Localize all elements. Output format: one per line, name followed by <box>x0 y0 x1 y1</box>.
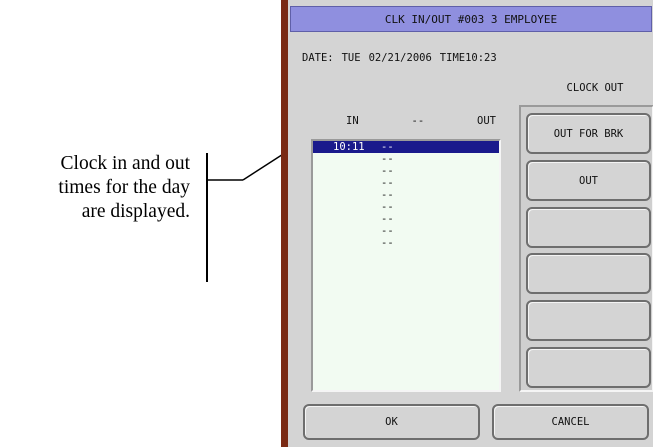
list-item[interactable]: -- <box>313 153 499 165</box>
in-time <box>313 225 381 237</box>
date-label: DATE: <box>302 52 334 64</box>
list-item[interactable]: 10:11 -- <box>313 141 499 153</box>
separator: -- <box>381 189 394 201</box>
ok-button[interactable]: OK <box>303 404 480 440</box>
date-value: 02/21/2006 <box>368 52 432 64</box>
dialog-title-bar: CLK IN/OUT #003 3 EMPLOYEE <box>290 6 652 32</box>
clock-out-label: CLOCK OUT <box>566 82 624 94</box>
in-time <box>313 165 381 177</box>
blank-button-2[interactable] <box>526 253 651 294</box>
list-item[interactable]: -- <box>313 189 499 201</box>
separator: -- <box>381 153 394 165</box>
in-time <box>313 153 381 165</box>
in-time <box>313 177 381 189</box>
column-headers: IN -- OUT <box>346 115 496 127</box>
blank-button-1[interactable] <box>526 207 651 248</box>
column-header-in: IN <box>346 115 359 127</box>
cancel-button[interactable]: CANCEL <box>492 404 649 440</box>
time-value: 10:23 <box>465 52 497 64</box>
date-time-line: DATE: TUE 02/21/2006 TIME 10:23 <box>302 52 497 64</box>
time-label: TIME <box>439 52 466 64</box>
clock-out-button-panel: OUT FOR BRK OUT <box>519 105 653 392</box>
punch-times-list[interactable]: 10:11 -- -- -- -- -- -- -- -- -- <box>311 139 501 392</box>
separator: -- <box>381 177 394 189</box>
list-item[interactable]: -- <box>313 177 499 189</box>
dialog-title: CLK IN/OUT #003 3 EMPLOYEE <box>384 12 558 26</box>
separator: -- <box>381 201 394 213</box>
list-item[interactable]: -- <box>313 213 499 225</box>
separator: -- <box>381 165 394 177</box>
in-time: 10:11 <box>333 141 365 153</box>
separator: -- <box>381 237 394 249</box>
separator: -- <box>381 213 394 225</box>
separator: -- <box>381 225 394 237</box>
in-time <box>313 189 381 201</box>
in-time <box>313 237 381 249</box>
in-time <box>313 213 381 225</box>
day-value: TUE <box>341 52 361 64</box>
blank-button-3[interactable] <box>526 300 651 341</box>
in-time <box>313 201 381 213</box>
list-item[interactable]: -- <box>313 201 499 213</box>
column-header-out: OUT <box>477 115 496 127</box>
separator: -- <box>381 141 394 153</box>
list-item[interactable]: -- <box>313 165 499 177</box>
column-header-separator: -- <box>411 115 425 127</box>
clock-in-out-dialog: CLK IN/OUT #003 3 EMPLOYEE DATE: TUE 02/… <box>281 0 653 447</box>
list-item[interactable]: -- <box>313 237 499 249</box>
out-button[interactable]: OUT <box>526 160 651 201</box>
list-item[interactable]: -- <box>313 225 499 237</box>
blank-button-4[interactable] <box>526 347 651 388</box>
out-for-break-button[interactable]: OUT FOR BRK <box>526 113 651 154</box>
